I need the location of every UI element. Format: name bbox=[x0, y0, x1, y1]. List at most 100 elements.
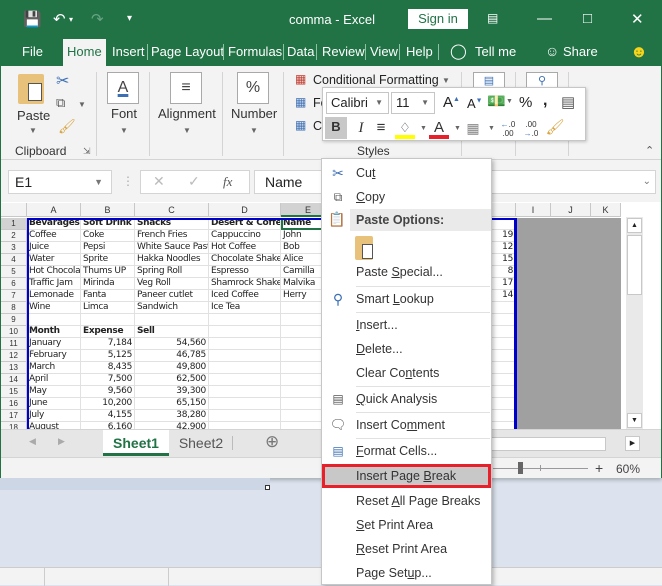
row-header[interactable]: 14 bbox=[1, 374, 27, 386]
sheet-tab-sheet1[interactable]: Sheet1 bbox=[103, 430, 169, 456]
cell[interactable]: 38,280 bbox=[135, 410, 209, 422]
next-sheet-icon[interactable]: ▶ bbox=[58, 436, 65, 447]
horizontal-scroll-thumb[interactable] bbox=[491, 437, 606, 451]
row-header[interactable]: 16 bbox=[1, 398, 27, 410]
accounting-format-dropdown-icon[interactable]: ▼ bbox=[506, 98, 513, 105]
cell[interactable]: Veg Roll bbox=[135, 278, 209, 290]
zoom-slider-handle[interactable] bbox=[518, 462, 523, 474]
row-header[interactable]: 18 bbox=[1, 422, 27, 429]
new-sheet-plus-icon[interactable]: ⊕ bbox=[265, 432, 279, 452]
cell[interactable]: Limca bbox=[81, 302, 135, 314]
borders-icon[interactable]: ▦ bbox=[463, 118, 483, 138]
cell[interactable]: Hakka Noodles bbox=[135, 254, 209, 266]
cell[interactable] bbox=[209, 338, 281, 350]
vertical-scroll-thumb[interactable] bbox=[627, 235, 642, 295]
cell[interactable]: Sprite bbox=[81, 254, 135, 266]
cell[interactable]: 54,560 bbox=[135, 338, 209, 350]
cell[interactable]: 9,560 bbox=[81, 386, 135, 398]
cell[interactable]: Coffee bbox=[27, 230, 81, 242]
paste-default-icon[interactable] bbox=[355, 236, 373, 260]
cell[interactable] bbox=[81, 314, 135, 326]
undo-icon[interactable]: ↶ bbox=[53, 10, 66, 28]
clipboard-launcher-icon[interactable]: ⇲ bbox=[83, 146, 91, 157]
cell[interactable]: Sandwich bbox=[135, 302, 209, 314]
zoom-level[interactable]: 60% bbox=[616, 462, 640, 476]
menu-item-reset-print-area[interactable]: Reset Print Area bbox=[322, 537, 491, 561]
fill-color-icon[interactable]: ♢ bbox=[395, 118, 415, 139]
cell[interactable]: 46,785 bbox=[135, 350, 209, 362]
menu-item-quick-analysis[interactable]: ▤ Quick Analysis bbox=[322, 387, 491, 411]
font-button[interactable]: Font bbox=[111, 106, 137, 121]
alignment-dropdown-icon[interactable]: ▼ bbox=[183, 126, 191, 135]
cell[interactable]: Pepsi bbox=[81, 242, 135, 254]
row-header[interactable]: 3 bbox=[1, 242, 27, 254]
cell[interactable] bbox=[209, 386, 281, 398]
cell[interactable]: Lemonade bbox=[27, 290, 81, 302]
comma-style-icon[interactable]: , bbox=[543, 92, 547, 110]
tab-page-layout[interactable]: Page Layout bbox=[148, 37, 227, 66]
row-header[interactable]: 13 bbox=[1, 362, 27, 374]
row-header[interactable]: 1 bbox=[1, 218, 27, 230]
row-header[interactable]: 7 bbox=[1, 290, 27, 302]
row-header[interactable]: 11 bbox=[1, 338, 27, 350]
cell[interactable]: Traffic Jam bbox=[27, 278, 81, 290]
menu-item-copy[interactable]: ⧉ Copy bbox=[322, 185, 491, 209]
share-button[interactable]: Share bbox=[560, 37, 601, 66]
customize-qat-icon[interactable]: ▾ bbox=[127, 13, 132, 24]
row-header[interactable]: 9 bbox=[1, 314, 27, 326]
resize-handle[interactable] bbox=[265, 485, 270, 490]
cell[interactable]: Cappuccino bbox=[209, 230, 281, 242]
number-button[interactable]: Number bbox=[231, 106, 277, 121]
name-box-dropdown-icon[interactable]: ▼ bbox=[94, 171, 103, 193]
cell[interactable]: 5,125 bbox=[81, 350, 135, 362]
cell[interactable]: March bbox=[27, 362, 81, 374]
menu-item-cut[interactable]: ✂ Cut bbox=[322, 161, 491, 185]
expand-formula-bar-icon[interactable]: ⌄ bbox=[643, 171, 651, 193]
worksheet-grid[interactable]: ABCDEFGHIJK1BevaragesSoft DrinkSnacksDes… bbox=[1, 203, 621, 429]
cell[interactable]: 7,184 bbox=[81, 338, 135, 350]
number-percent-icon[interactable]: % bbox=[237, 72, 269, 104]
cell[interactable]: Chocolate Shake bbox=[209, 254, 281, 266]
row-header[interactable]: 5 bbox=[1, 266, 27, 278]
vertical-scrollbar[interactable]: ▲ ▼ bbox=[626, 217, 643, 429]
cell[interactable] bbox=[135, 314, 209, 326]
cell[interactable]: April bbox=[27, 374, 81, 386]
cell[interactable]: 4,155 bbox=[81, 410, 135, 422]
cell[interactable]: 62,500 bbox=[135, 374, 209, 386]
format-painter-icon[interactable]: 🖌 bbox=[58, 118, 76, 135]
row-header[interactable]: 17 bbox=[1, 410, 27, 422]
cell[interactable]: January bbox=[27, 338, 81, 350]
cell[interactable]: Mirinda bbox=[81, 278, 135, 290]
decrease-font-size-icon[interactable]: A▼ bbox=[467, 96, 483, 111]
cell[interactable]: 7,500 bbox=[81, 374, 135, 386]
percent-style-icon[interactable]: % bbox=[519, 94, 532, 111]
alignment-button[interactable]: Alignment bbox=[158, 106, 216, 121]
cell[interactable]: Spring Roll bbox=[135, 266, 209, 278]
cell[interactable]: Iced Coffee bbox=[209, 290, 281, 302]
column-header-c[interactable]: C bbox=[135, 203, 209, 217]
font-icon[interactable]: A bbox=[107, 72, 139, 104]
center-align-icon[interactable]: ≡ bbox=[371, 118, 391, 138]
row-header[interactable]: 8 bbox=[1, 302, 27, 314]
menu-item-delete[interactable]: Delete... bbox=[322, 337, 491, 361]
font-color-icon[interactable]: A bbox=[429, 118, 449, 139]
minimize-icon[interactable]: — bbox=[537, 10, 552, 27]
redo-icon[interactable]: ↷ bbox=[91, 10, 104, 28]
save-icon[interactable]: 💾 bbox=[23, 10, 42, 28]
font-name-select[interactable]: Calibri ▼ bbox=[326, 92, 389, 114]
cell[interactable]: 39,300 bbox=[135, 386, 209, 398]
cell[interactable]: May bbox=[27, 386, 81, 398]
tell-me-search[interactable]: Tell me bbox=[472, 37, 519, 66]
tab-data[interactable]: Data bbox=[284, 37, 317, 66]
scroll-right-icon[interactable]: ▶ bbox=[625, 436, 640, 451]
tab-help[interactable]: Help bbox=[403, 37, 436, 66]
column-header-j[interactable]: J bbox=[551, 203, 591, 217]
column-header-k[interactable]: K bbox=[591, 203, 621, 217]
row-header[interactable]: 15 bbox=[1, 386, 27, 398]
cell[interactable]: 42,900 bbox=[135, 422, 209, 429]
cell[interactable]: Coke bbox=[81, 230, 135, 242]
copy-dropdown-icon[interactable]: ▼ bbox=[78, 100, 86, 109]
cell[interactable] bbox=[209, 314, 281, 326]
tab-insert[interactable]: Insert bbox=[109, 37, 148, 66]
cell[interactable] bbox=[209, 362, 281, 374]
